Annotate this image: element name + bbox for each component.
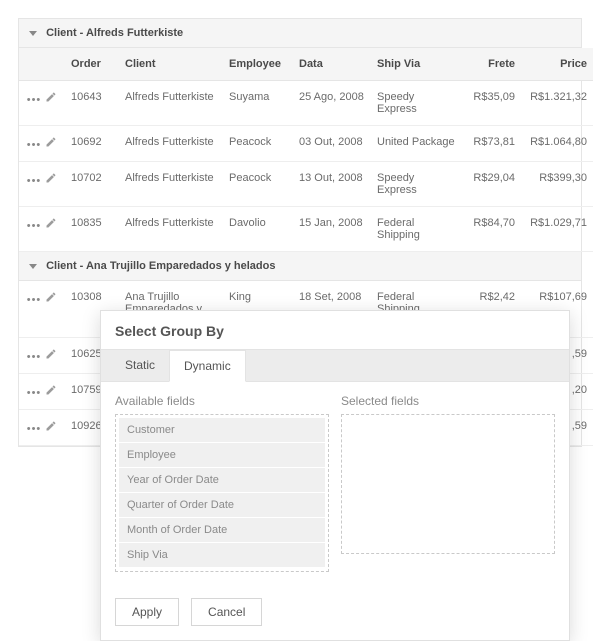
more-icon[interactable]: ••• (27, 175, 42, 187)
field-item[interactable]: Quarter of Order Date (119, 493, 325, 518)
cell-price: R$1.321,32 (521, 81, 593, 126)
dialog-body: Available fields CustomerEmployeeYear of… (101, 382, 569, 588)
dialog-title: Select Group By (101, 311, 569, 349)
apply-button[interactable]: Apply (115, 598, 179, 626)
group-label: Client - Alfreds Futterkiste (46, 27, 183, 39)
col-actions (19, 48, 65, 81)
col-frete[interactable]: Frete (463, 48, 521, 81)
cell-frete: R$84,70 (463, 207, 521, 252)
more-icon[interactable]: ••• (27, 423, 42, 435)
cell-price: R$1.064,80 (521, 126, 593, 162)
cell-shipvia: Speedy Express (371, 81, 463, 126)
edit-icon[interactable] (45, 420, 57, 432)
cell-date: 15 Jan, 2008 (293, 207, 371, 252)
table-row: ••• 10835Alfreds FutterkisteDavolio15 Jan… (19, 207, 593, 252)
more-icon[interactable]: ••• (27, 387, 42, 399)
cell-price: R$1.029,71 (521, 207, 593, 252)
collapse-icon (29, 31, 37, 36)
edit-icon[interactable] (45, 136, 57, 148)
cancel-button[interactable]: Cancel (191, 598, 262, 626)
table-row: ••• 10643Alfreds FutterkisteSuyama25 Ago,… (19, 81, 593, 126)
cell-shipvia: Federal Shipping (371, 207, 463, 252)
cell-date: 03 Out, 2008 (293, 126, 371, 162)
tab-static[interactable]: Static (111, 350, 169, 381)
selected-fields-list[interactable] (341, 414, 555, 554)
cell-frete: R$35,09 (463, 81, 521, 126)
more-icon[interactable]: ••• (27, 94, 42, 106)
cell-client: Alfreds Futterkiste (119, 126, 223, 162)
col-order[interactable]: Order (65, 48, 119, 81)
cell-frete: R$73,81 (463, 126, 521, 162)
edit-icon[interactable] (45, 291, 57, 303)
field-item[interactable]: Ship Via (119, 543, 325, 568)
cell-client: Alfreds Futterkiste (119, 162, 223, 207)
field-item[interactable]: Employee (119, 443, 325, 468)
cell-employee: Peacock (223, 162, 293, 207)
tabs: Static Dynamic (101, 349, 569, 382)
cell-client: Alfreds Futterkiste (119, 81, 223, 126)
cell-order: 10835 (65, 207, 119, 252)
group-header[interactable]: Client - Ana Trujillo Emparedados y hela… (19, 252, 581, 281)
collapse-icon (29, 264, 37, 269)
available-fields-label: Available fields (115, 394, 329, 408)
orders-table: Order Client Employee Data Ship Via Fret… (19, 48, 593, 252)
edit-icon[interactable] (45, 384, 57, 396)
cell-date: 25 Ago, 2008 (293, 81, 371, 126)
more-icon[interactable]: ••• (27, 139, 42, 151)
group-header[interactable]: Client - Alfreds Futterkiste (19, 19, 581, 48)
field-item[interactable]: Month of Order Date (119, 518, 325, 543)
cell-employee: Peacock (223, 126, 293, 162)
cell-client: Alfreds Futterkiste (119, 207, 223, 252)
cell-shipvia: United Package (371, 126, 463, 162)
more-icon[interactable]: ••• (27, 220, 42, 232)
cell-order: 10702 (65, 162, 119, 207)
col-date[interactable]: Data (293, 48, 371, 81)
col-shipvia[interactable]: Ship Via (371, 48, 463, 81)
col-client[interactable]: Client (119, 48, 223, 81)
cell-date: 13 Out, 2008 (293, 162, 371, 207)
table-row: ••• 10692Alfreds FutterkistePeacock03 Out… (19, 126, 593, 162)
col-employee[interactable]: Employee (223, 48, 293, 81)
tab-dynamic[interactable]: Dynamic (169, 350, 246, 382)
table-row: ••• 10702Alfreds FutterkistePeacock13 Out… (19, 162, 593, 207)
field-item[interactable]: Customer (119, 418, 325, 443)
cell-price: R$399,30 (521, 162, 593, 207)
cell-employee: Suyama (223, 81, 293, 126)
cell-employee: Davolio (223, 207, 293, 252)
cell-frete: R$29,04 (463, 162, 521, 207)
edit-icon[interactable] (45, 172, 57, 184)
dialog-footer: Apply Cancel (101, 588, 569, 640)
header-row: Order Client Employee Data Ship Via Fret… (19, 48, 593, 81)
edit-icon[interactable] (45, 348, 57, 360)
cell-order: 10692 (65, 126, 119, 162)
available-fields-list[interactable]: CustomerEmployeeYear of Order DateQuarte… (115, 414, 329, 572)
more-icon[interactable]: ••• (27, 294, 42, 306)
group-label: Client - Ana Trujillo Emparedados y hela… (46, 260, 275, 272)
more-icon[interactable]: ••• (27, 351, 42, 363)
edit-icon[interactable] (45, 217, 57, 229)
group-by-dialog: Select Group By Static Dynamic Available… (100, 310, 570, 641)
selected-fields-label: Selected fields (341, 394, 555, 408)
cell-order: 10643 (65, 81, 119, 126)
col-price[interactable]: Price (521, 48, 593, 81)
field-item[interactable]: Year of Order Date (119, 468, 325, 493)
cell-shipvia: Speedy Express (371, 162, 463, 207)
edit-icon[interactable] (45, 91, 57, 103)
